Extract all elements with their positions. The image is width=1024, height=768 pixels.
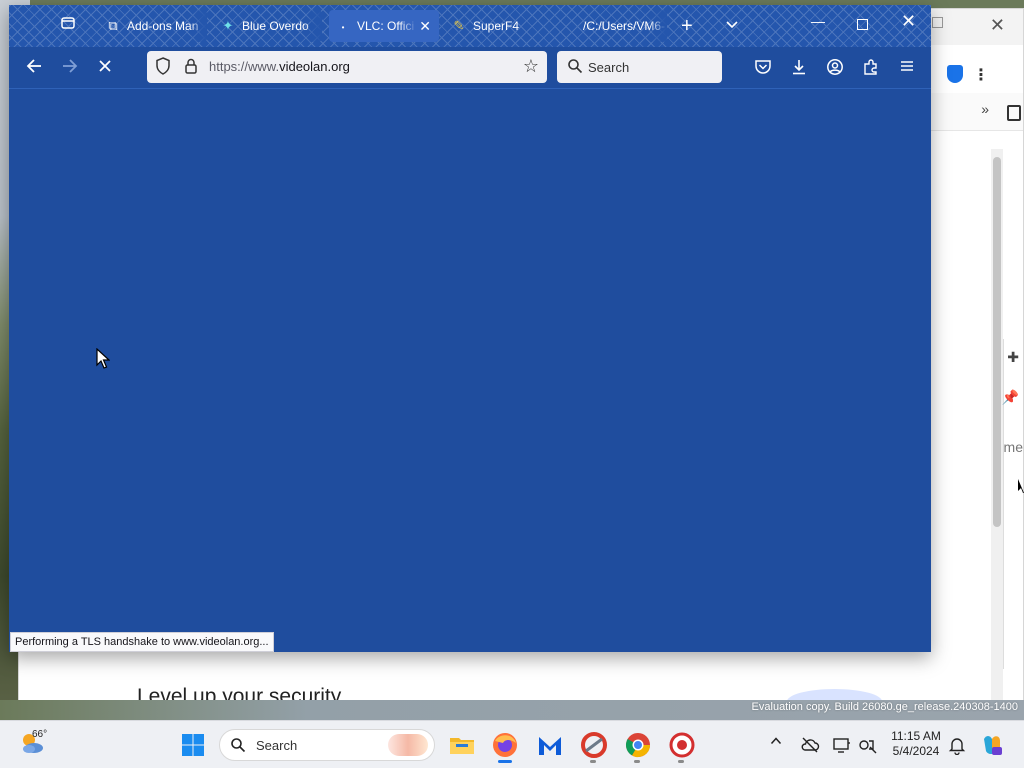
media-app-icon[interactable] (668, 731, 696, 759)
arrow-left-icon (26, 59, 41, 73)
taskbar-search-box[interactable]: Search (219, 729, 435, 761)
firefox-window[interactable]: ⧉ Add-ons Man ✦ Blue Overdo • VLC: Offici ✕… (9, 5, 931, 652)
shield-extension-icon[interactable] (947, 65, 963, 83)
pocket-icon (755, 60, 771, 74)
background-scroll-thumb[interactable] (993, 157, 1001, 527)
tab-label: Add-ons Man (127, 19, 199, 33)
close-window-button[interactable]: ✕ (901, 11, 916, 32)
copilot-icon[interactable] (980, 733, 1004, 757)
search-bar[interactable]: Search (557, 51, 722, 83)
firefox-icon[interactable] (491, 731, 519, 759)
downloads-button[interactable] (789, 58, 809, 78)
ccleaner-running-indicator (590, 760, 596, 763)
puzzle-icon (864, 59, 877, 75)
chevron-down-icon (726, 21, 738, 29)
chevron-more-icon[interactable]: » (981, 101, 989, 117)
lock-icon[interactable] (183, 57, 199, 75)
onedrive-offline-icon[interactable] (800, 735, 820, 755)
ccleaner-icon[interactable] (580, 731, 608, 759)
tab-blue-overdose[interactable]: ✦ Blue Overdo (214, 10, 322, 42)
tab-strip: ⧉ Add-ons Man ✦ Blue Overdo • VLC: Offici ✕… (9, 5, 931, 47)
search-placeholder: Search (588, 60, 630, 75)
display-icon[interactable] (832, 735, 852, 755)
tab-label: SuperF4 (473, 19, 520, 33)
taskbar: 66° Search 11:15 AM 5/4/2024 (0, 720, 1024, 768)
stop-x-icon (99, 60, 111, 72)
hamburger-menu-icon (901, 61, 913, 71)
url-host: videolan.org (279, 59, 350, 74)
tab-label: Blue Overdo (242, 19, 309, 33)
firefox-view-button[interactable] (57, 15, 79, 37)
weather-temperature: 66° (32, 729, 48, 740)
extensions-button[interactable] (861, 58, 881, 78)
navigation-toolbar: https://www.videolan.org ☆ Search (9, 47, 931, 89)
chrome-icon[interactable] (624, 731, 652, 759)
maximize-button[interactable] (857, 19, 868, 30)
search-icon (568, 59, 583, 74)
chrome-running-indicator (634, 760, 640, 763)
pocket-button[interactable] (753, 58, 773, 78)
forward-button[interactable] (61, 57, 79, 80)
tab-superf4[interactable]: ✎ SuperF4 (445, 10, 553, 42)
file-explorer-icon[interactable] (448, 731, 476, 759)
firefox-active-indicator (498, 760, 512, 763)
tab-close-button[interactable]: ✕ (419, 10, 431, 42)
blue-overdose-icon: ✦ (222, 18, 234, 33)
list-all-tabs-button[interactable] (725, 15, 739, 37)
firefox-view-icon (61, 17, 75, 29)
superf4-icon: ✎ (453, 18, 465, 33)
new-tab-button[interactable]: + (681, 15, 693, 37)
notification-bell-icon[interactable] (948, 735, 966, 756)
background-close-button[interactable]: ✕ (990, 15, 1005, 36)
account-button[interactable] (825, 58, 845, 78)
network-volume-icon[interactable] (858, 735, 878, 755)
clock-date: 5/4/2024 (892, 744, 940, 758)
tracking-protection-shield-icon[interactable] (155, 57, 171, 75)
pin-icon[interactable]: 📌 (1002, 389, 1019, 406)
puzzle-icon[interactable]: ✚ (1007, 349, 1019, 366)
vlc-icon: • (341, 23, 345, 32)
url-prefix: https://www. (209, 59, 280, 74)
page-content[interactable] (9, 89, 931, 652)
malwarebytes-icon[interactable] (536, 731, 564, 759)
app-menu-button[interactable] (897, 58, 917, 78)
tab-local-file[interactable]: /C:/Users/VM6- (559, 10, 667, 42)
taskbar-clock[interactable]: 11:15 AM 5/4/2024 (888, 729, 944, 759)
status-panel: Performing a TLS handshake to www.videol… (10, 632, 274, 652)
taskbar-search-placeholder: Search (256, 738, 298, 753)
windows-logo-icon (182, 734, 204, 756)
media-running-indicator (678, 760, 684, 763)
tab-add-ons[interactable]: ⧉ Add-ons Man (99, 10, 207, 42)
mouse-cursor-icon (96, 348, 110, 369)
download-icon (793, 60, 805, 75)
chevron-up-icon (770, 737, 782, 745)
start-button[interactable] (181, 733, 205, 757)
bookmark-star-icon[interactable]: ☆ (523, 56, 539, 77)
background-side-text: me (1003, 439, 1023, 455)
url-bar[interactable]: https://www.videolan.org ☆ (147, 51, 547, 83)
clock-time: 11:15 AM (891, 729, 941, 743)
search-icon (231, 738, 246, 753)
show-hidden-icons-button[interactable] (770, 735, 782, 750)
url-text[interactable]: https://www.videolan.org (209, 59, 350, 74)
minimize-button[interactable]: — (811, 13, 825, 29)
back-button[interactable] (25, 57, 43, 80)
evaluation-watermark: Evaluation copy. Build 26080.ge_release.… (751, 701, 1018, 713)
mouse-cursor-icon (1018, 479, 1024, 493)
search-highlight-image (388, 734, 428, 756)
puzzle-icon: ⧉ (108, 18, 118, 33)
more-menu-icon[interactable]: ⋮ (973, 65, 989, 85)
side-panel-icon[interactable] (1007, 105, 1021, 121)
arrow-right-icon (63, 59, 78, 73)
background-maximize-button[interactable] (932, 17, 943, 28)
stop-button[interactable] (97, 57, 113, 79)
tab-vlc[interactable]: • VLC: Offici ✕ (329, 10, 439, 42)
account-icon (827, 59, 843, 75)
